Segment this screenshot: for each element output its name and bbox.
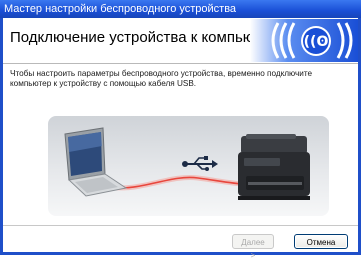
instruction-text: Чтобы настроить параметры беспроводного … — [10, 69, 313, 88]
wizard-header: Подключение устройства к компьютеру ((ʘ — [3, 18, 358, 64]
window-title: Мастер настройки беспроводного устройств… — [4, 3, 237, 15]
laptop-icon — [64, 127, 128, 197]
svg-text:((ʘ: ((ʘ — [304, 34, 329, 50]
connection-illustration — [48, 116, 329, 216]
usb-icon — [182, 156, 218, 171]
wifi-logo-icon: ((ʘ — [250, 19, 358, 62]
next-button[interactable]: Далее > — [232, 234, 274, 260]
footer-divider — [3, 225, 358, 226]
page-title: Подключение устройства к компьютеру — [10, 29, 285, 46]
wizard-window: Мастер настройки беспроводного устройств… — [0, 0, 361, 260]
wizard-client-area: Подключение устройства к компьютеру ((ʘ — [3, 18, 358, 260]
window-titlebar[interactable]: Мастер настройки беспроводного устройств… — [0, 0, 361, 18]
connection-graphic — [64, 127, 310, 200]
cancel-button[interactable]: Отмена — [294, 234, 348, 249]
printer-icon — [238, 134, 310, 200]
